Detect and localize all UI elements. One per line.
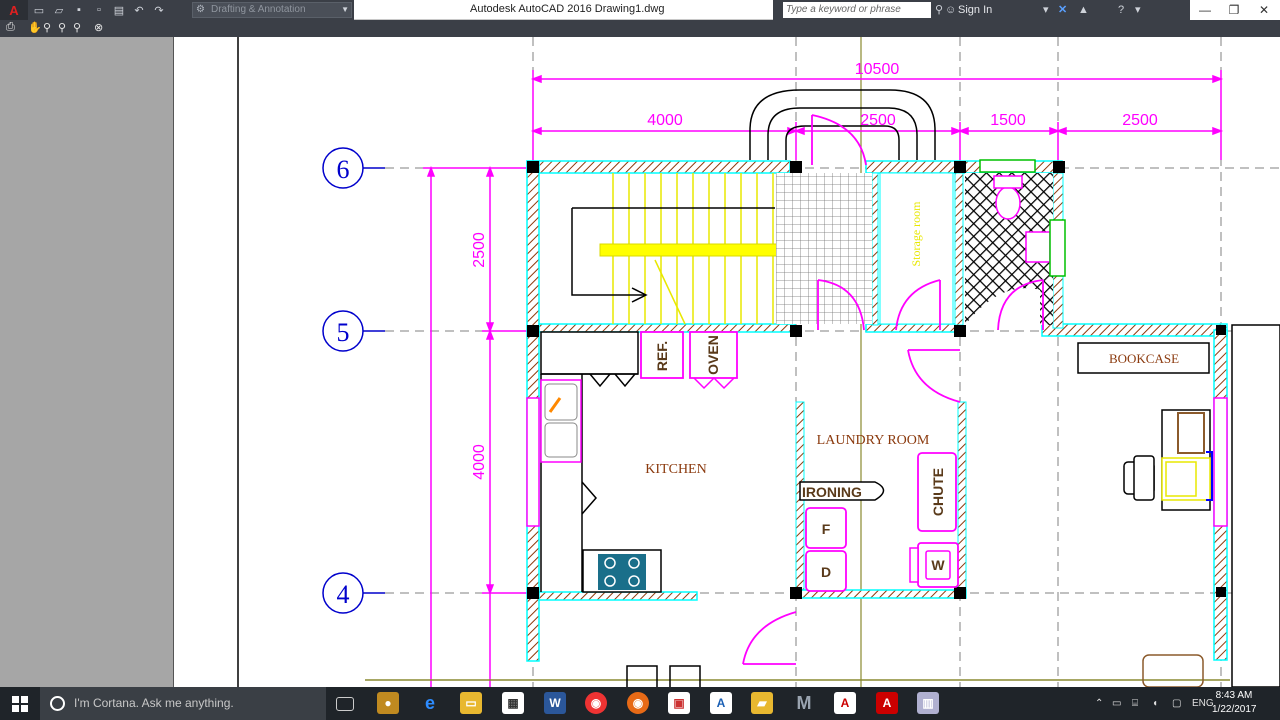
language-indicator[interactable]: ENG bbox=[1192, 687, 1214, 720]
undo-icon[interactable]: ↶ bbox=[130, 2, 148, 18]
autodesk-a360-icon[interactable]: ▲ bbox=[1078, 2, 1089, 18]
chevron-up-icon[interactable]: ⌃ bbox=[1095, 687, 1103, 720]
oven-label: OVEN bbox=[705, 335, 721, 375]
grid-label-4: 4 bbox=[337, 580, 350, 609]
exchange-icon[interactable]: ✕ bbox=[1058, 2, 1067, 18]
zoom-icon[interactable]: ⚲ bbox=[43, 21, 51, 34]
open-file-icon[interactable]: ▱ bbox=[50, 2, 68, 18]
edge-icon[interactable]: e bbox=[419, 692, 441, 714]
chevron-down-icon[interactable]: ▾ bbox=[1043, 2, 1049, 18]
gear-icon: ⚙ bbox=[196, 4, 205, 15]
zoom-window-icon[interactable]: ⚲ bbox=[58, 21, 66, 34]
redo-icon[interactable]: ↷ bbox=[150, 2, 168, 18]
zoom-previous-icon[interactable]: ⚲ bbox=[73, 21, 81, 34]
cortana-search-box[interactable]: I'm Cortana. Ask me anything. bbox=[40, 687, 326, 720]
minimize-button[interactable]: — bbox=[1190, 0, 1220, 20]
pan-icon[interactable]: ✋ bbox=[28, 21, 42, 34]
workspace-dropdown[interactable]: ⚙ Drafting & Annotation ▼ bbox=[192, 2, 352, 18]
ironing-label: IRONING bbox=[802, 484, 862, 500]
file-explorer-icon[interactable]: ▭ bbox=[460, 692, 482, 714]
restore-button[interactable]: ❐ bbox=[1220, 0, 1248, 20]
app-icon-2[interactable]: ▣ bbox=[668, 692, 690, 714]
study-desk bbox=[1123, 409, 1213, 511]
quick-access-toolbar: A ▭ ▱ ▪ ▫ ▤ ↶ ↷ ⚙ Drafting & Annotation … bbox=[0, 0, 354, 20]
paper-margin bbox=[0, 37, 174, 687]
viewport-toolbar: ⎙ ✋ ⚲ ⚲ ⚲ ⊗ bbox=[0, 20, 1280, 37]
app-icon[interactable]: ● bbox=[377, 692, 399, 714]
search-input[interactable]: Type a keyword or phrase bbox=[783, 2, 931, 18]
workspace-label: Drafting & Annotation bbox=[211, 4, 306, 15]
grid-bubble-5: 5 bbox=[322, 310, 385, 352]
w-label: W bbox=[931, 557, 945, 573]
app-icon-3[interactable]: ▰ bbox=[751, 692, 773, 714]
window-title: Autodesk AutoCAD 2016 Drawing1.dwg bbox=[470, 3, 665, 15]
autocad-app-button[interactable]: A bbox=[0, 0, 28, 20]
kitchen-label: KITCHEN bbox=[645, 462, 706, 477]
new-file-icon[interactable]: ▭ bbox=[30, 2, 48, 18]
grid-label-5: 5 bbox=[337, 318, 350, 347]
network-icon[interactable]: ⌸ bbox=[1132, 687, 1138, 720]
print-icon[interactable]: ▤ bbox=[110, 2, 128, 18]
d-label: D bbox=[821, 564, 831, 580]
windows-taskbar: I'm Cortana. Ask me anything. ● e ▭ ▦ W … bbox=[0, 687, 1280, 720]
staircase bbox=[571, 173, 872, 325]
toilet-room bbox=[965, 159, 1066, 325]
drawing-canvas[interactable]: 6 5 4 10500 4000 2500 1500 2500 2500 400… bbox=[174, 37, 1280, 687]
cortana-placeholder: I'm Cortana. Ask me anything. bbox=[74, 696, 234, 710]
title-bar: A ▭ ▱ ▪ ▫ ▤ ↶ ↷ ⚙ Drafting & Annotation … bbox=[0, 0, 1280, 20]
firefox-icon[interactable]: ◉ bbox=[627, 692, 649, 714]
clock-time: 8:43 AM bbox=[1215, 690, 1253, 701]
grid-bubble-6: 6 bbox=[322, 147, 385, 189]
chevron-down-icon: ▼ bbox=[341, 5, 349, 14]
cortana-icon bbox=[50, 696, 65, 711]
storage-room-label: Storage room bbox=[909, 201, 923, 267]
bookcase-label: BOOKCASE bbox=[1109, 351, 1179, 366]
entrance-arch bbox=[749, 89, 936, 160]
grid-label-6: 6 bbox=[337, 155, 350, 184]
autocad-active-icon[interactable]: A bbox=[876, 692, 898, 714]
dim-overall-width: 10500 bbox=[855, 61, 900, 78]
laundry-room-label: LAUNDRY ROOM bbox=[817, 433, 930, 448]
help-icon[interactable]: ? bbox=[1118, 2, 1124, 18]
message-icon[interactable]: ▢ bbox=[1172, 687, 1181, 720]
grid-bubble-4: 4 bbox=[322, 572, 385, 614]
dim-vertical-1: 2500 bbox=[471, 232, 488, 268]
start-button[interactable] bbox=[0, 687, 40, 720]
save-icon[interactable]: ▪ bbox=[70, 2, 88, 18]
clock-date: 1/22/2017 bbox=[1212, 704, 1257, 715]
close-preview-icon[interactable]: ⊗ bbox=[94, 21, 103, 34]
dim-segment-1: 4000 bbox=[647, 112, 683, 129]
user-icon[interactable]: ☺ bbox=[945, 2, 956, 18]
autocad-icon[interactable]: A bbox=[834, 692, 856, 714]
dim-vertical-2: 4000 bbox=[471, 444, 488, 480]
lower-fixtures bbox=[365, 654, 1230, 687]
sign-in-button[interactable]: Sign In bbox=[958, 2, 992, 18]
ref-label: REF. bbox=[654, 341, 670, 371]
volume-icon[interactable]: ◖ bbox=[1152, 687, 1158, 720]
chrome-icon[interactable]: ◉ bbox=[585, 692, 607, 714]
battery-icon[interactable]: ▭ bbox=[1112, 687, 1121, 720]
autodesk-a-icon[interactable]: A bbox=[710, 692, 732, 714]
chevron-down-icon[interactable]: ▾ bbox=[1135, 2, 1141, 18]
app-icon-4[interactable]: ▥ bbox=[917, 692, 939, 714]
dim-segment-3: 1500 bbox=[990, 112, 1026, 129]
right-wall bbox=[1231, 324, 1280, 687]
dim-segment-4: 2500 bbox=[1122, 112, 1158, 129]
close-button[interactable]: ✕ bbox=[1248, 0, 1280, 20]
save-as-icon[interactable]: ▫ bbox=[90, 2, 108, 18]
binoculars-icon[interactable]: ⚲ bbox=[935, 2, 943, 18]
print-icon[interactable]: ⎙ bbox=[6, 21, 15, 34]
task-view-icon[interactable] bbox=[336, 697, 354, 711]
windows-logo-icon bbox=[12, 695, 28, 712]
app-m-icon[interactable]: M bbox=[793, 692, 815, 714]
f-label: F bbox=[822, 521, 831, 537]
chute-label: CHUTE bbox=[930, 468, 946, 516]
clock[interactable]: 8:43 AM 1/22/2017 bbox=[1212, 689, 1257, 717]
word-icon[interactable]: W bbox=[544, 692, 566, 714]
store-icon[interactable]: ▦ bbox=[502, 692, 524, 714]
